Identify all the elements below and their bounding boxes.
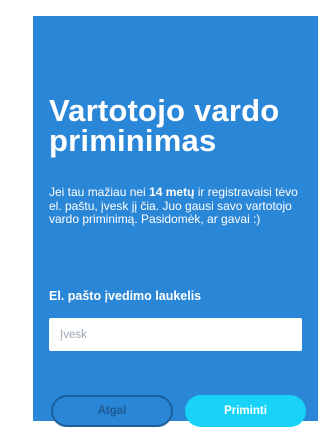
- remind-button[interactable]: Priminti: [185, 395, 306, 427]
- instructions-text: Jei tau mažiau nei 14 metų ir registrava…: [49, 185, 307, 227]
- back-button-label: Atgal: [97, 405, 127, 417]
- age-highlight: 14 metų: [149, 185, 195, 199]
- email-input[interactable]: [49, 318, 302, 351]
- reminder-card: Vartotojo vardo priminimas Jei tau mažia…: [33, 16, 318, 427]
- page-title: Vartotojo vardo priminimas: [49, 93, 280, 158]
- email-field-label: El. pašto įvedimo laukelis: [49, 289, 202, 303]
- instructions-part1: Jei tau mažiau nei: [49, 185, 150, 199]
- remind-button-label: Priminti: [224, 405, 267, 417]
- back-button[interactable]: Atgal: [51, 395, 173, 427]
